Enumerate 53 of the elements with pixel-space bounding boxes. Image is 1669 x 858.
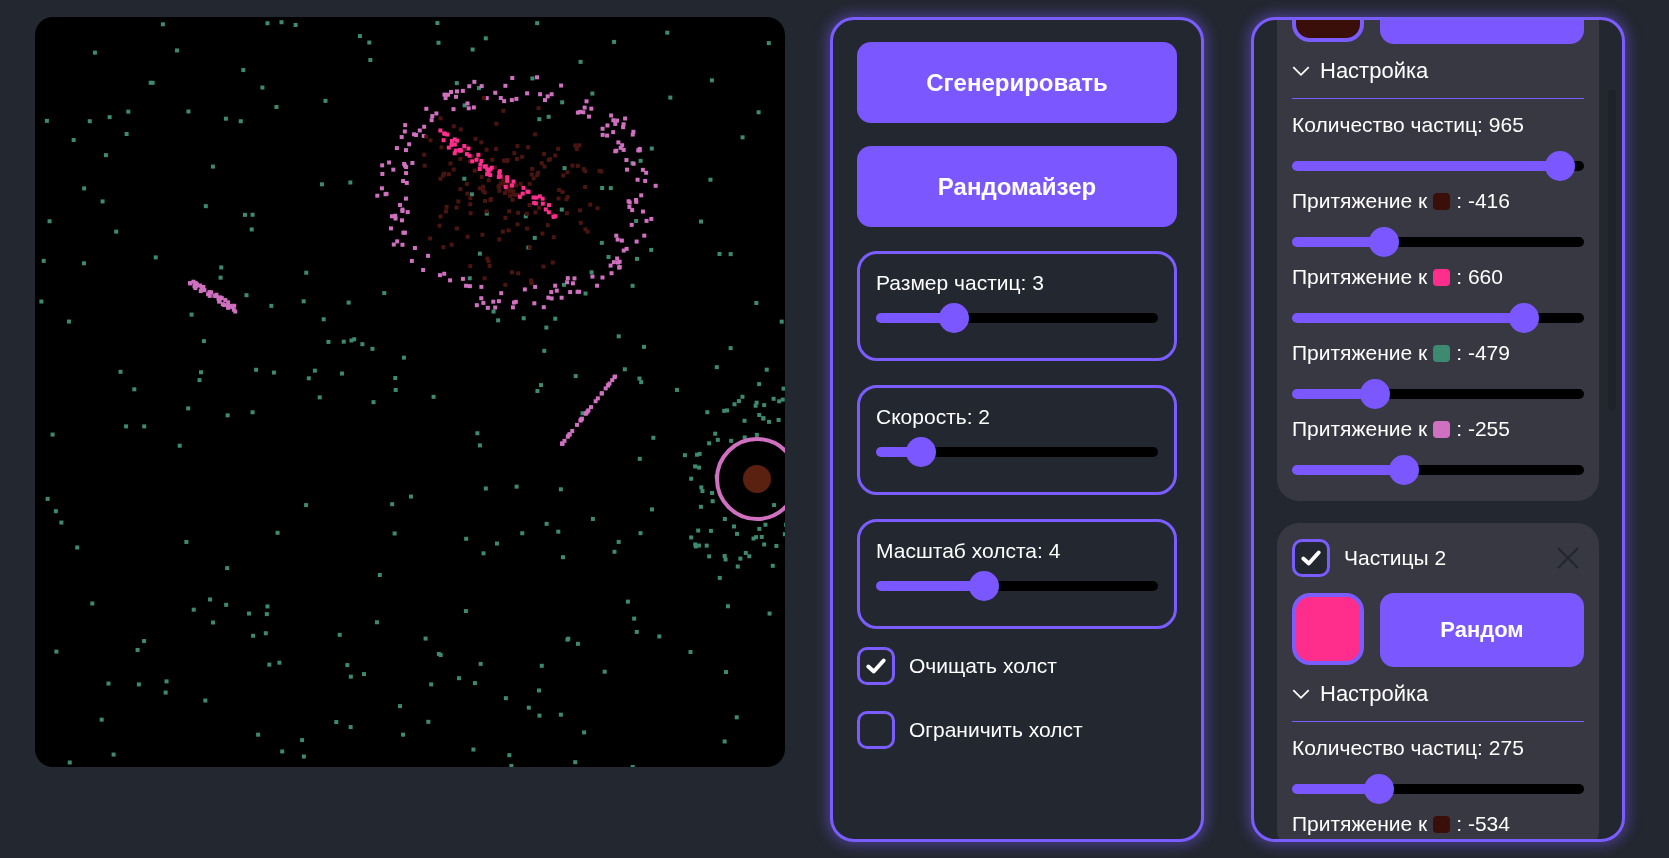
slider-thumb[interactable]: [969, 571, 1000, 601]
slider-thumb[interactable]: [1360, 379, 1391, 409]
slider[interactable]: [1292, 303, 1584, 333]
slider-label: Масштаб холста: 4: [876, 539, 1062, 563]
action-button[interactable]: Рандомайзер: [857, 146, 1177, 227]
settings-toggle[interactable]: Настройка: [1292, 681, 1584, 721]
attraction-label: Притяжение к: [1292, 189, 1428, 213]
attraction-label: Притяжение к: [1292, 812, 1428, 836]
slider-thumb[interactable]: [1368, 227, 1399, 257]
attraction-value: : 660: [1456, 265, 1503, 289]
checkmark-icon: [1300, 547, 1322, 569]
slider-label: Скорость: 2: [876, 405, 992, 429]
slider-thumb[interactable]: [1544, 151, 1575, 181]
slider-fill: [1292, 389, 1362, 399]
slider-label: Количество частиц: 965: [1292, 113, 1525, 137]
random-button[interactable]: Рандом: [1380, 593, 1584, 667]
chevron-icon: [1292, 688, 1310, 700]
color-swatch[interactable]: [1292, 593, 1364, 665]
checkbox[interactable]: [857, 647, 895, 685]
chevron-icon: [1292, 65, 1310, 77]
group-name: Частицы 2: [1344, 546, 1448, 570]
attraction-label: Притяжение к: [1292, 265, 1428, 289]
slider-track: [1538, 313, 1584, 323]
slider[interactable]: [876, 437, 1158, 467]
slider[interactable]: [1292, 455, 1584, 485]
slider[interactable]: [876, 571, 1158, 601]
settings-toggle[interactable]: Настройка: [1292, 58, 1584, 98]
slider-thumb[interactable]: [1364, 774, 1395, 804]
action-button[interactable]: Сгенерировать: [857, 42, 1177, 123]
checkbox[interactable]: [1292, 539, 1330, 577]
slider[interactable]: [1292, 379, 1584, 409]
checkbox-label: Очищать холст: [909, 654, 1057, 678]
checkmark-icon: [865, 655, 887, 677]
slider-fill: [876, 313, 940, 323]
slider-thumb[interactable]: [1509, 303, 1540, 333]
attraction-value: : -534: [1456, 812, 1510, 836]
slider-thumb[interactable]: [1389, 455, 1420, 485]
slider-fill: [876, 447, 908, 457]
slider[interactable]: [876, 303, 1158, 333]
attraction-label: Притяжение к: [1292, 341, 1428, 365]
checkbox[interactable]: [857, 711, 895, 749]
slider[interactable]: [1292, 774, 1584, 804]
attraction-value: : -416: [1456, 189, 1510, 213]
slider-label: Размер частиц: 3: [876, 271, 1045, 295]
slider[interactable]: [1292, 151, 1584, 181]
slider-label: Количество частиц: 275: [1292, 736, 1525, 760]
attraction-label: Притяжение к: [1292, 417, 1428, 441]
checkbox-label: Ограничить холст: [909, 718, 1083, 742]
slider[interactable]: [1292, 227, 1584, 257]
attraction-value: : -479: [1456, 341, 1510, 365]
slider-thumb[interactable]: [906, 437, 937, 467]
slider-thumb[interactable]: [939, 303, 969, 333]
attraction-value: : -255: [1456, 417, 1510, 441]
